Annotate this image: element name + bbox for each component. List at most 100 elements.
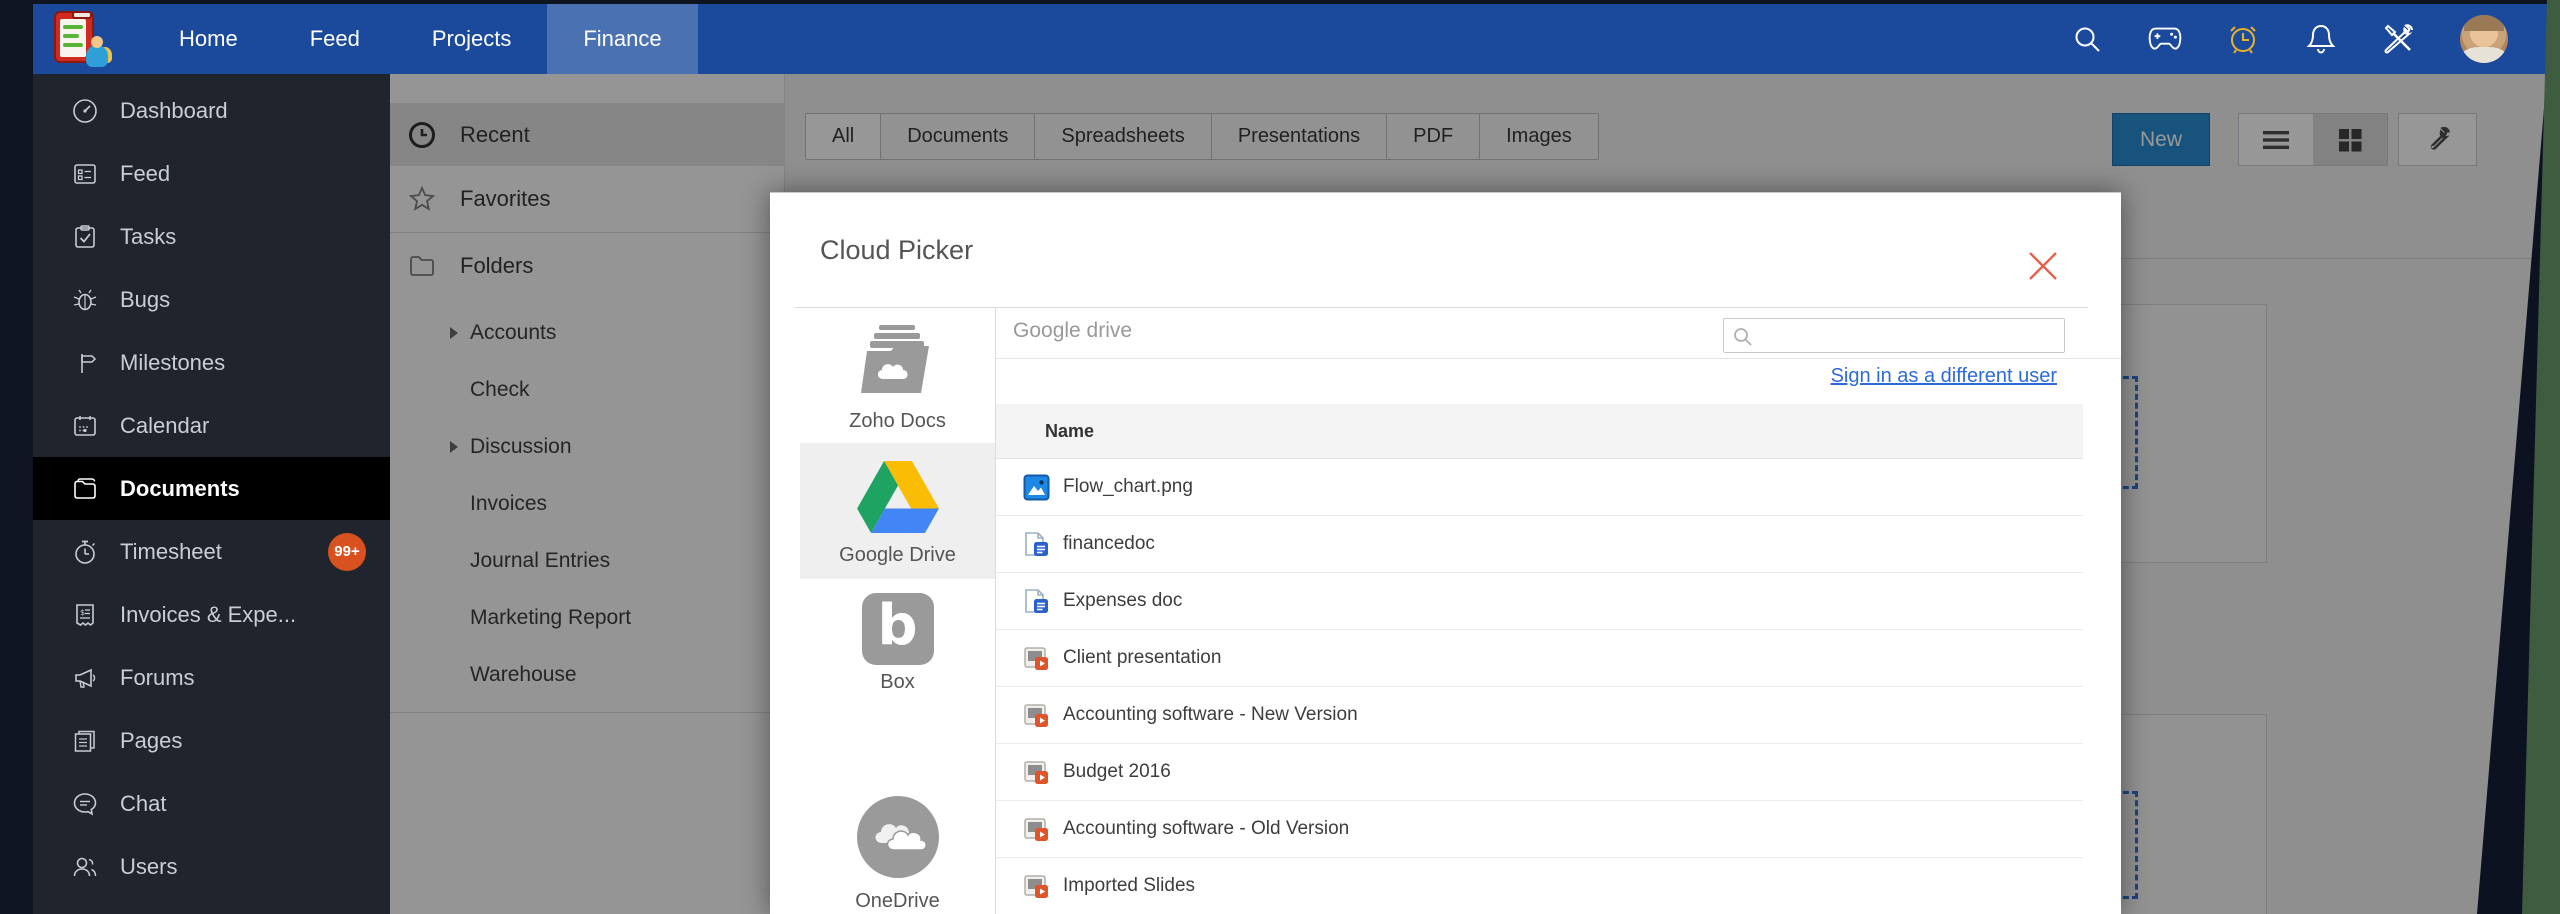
- signin-different-user-link[interactable]: Sign in as a different user: [1831, 365, 2057, 387]
- sidebar-item-dashboard[interactable]: Dashboard: [33, 79, 390, 142]
- slides-file-icon: [1024, 703, 1048, 727]
- file-row[interactable]: Flow_chart.png: [996, 459, 2083, 516]
- service-label: Google Drive: [839, 544, 956, 566]
- file-name: financedoc: [1063, 533, 1155, 554]
- logo-line: [63, 43, 83, 47]
- file-list-header: Name: [996, 404, 2083, 459]
- sidebar-item-forums[interactable]: Forums: [33, 646, 390, 709]
- tools-icon[interactable]: [2382, 22, 2416, 56]
- top-menu-feed[interactable]: Feed: [274, 4, 396, 74]
- provider-row: Google drive: [996, 307, 2121, 359]
- window-edge-right: [2477, 0, 2560, 914]
- file-name: Budget 2016: [1063, 761, 1171, 782]
- sidebar-item-pages[interactable]: Pages: [33, 709, 390, 772]
- pages-icon: [72, 728, 98, 754]
- sidebar-label: Timesheet: [120, 538, 222, 564]
- bug-icon: [72, 287, 98, 313]
- file-name: Flow_chart.png: [1063, 476, 1193, 497]
- top-menu: Home Feed Projects Finance: [143, 4, 698, 74]
- file-row[interactable]: Expenses doc: [996, 573, 2083, 630]
- bell-icon[interactable]: [2304, 22, 2338, 56]
- file-search-input[interactable]: [1758, 321, 2058, 349]
- image-file-icon: [1023, 474, 1050, 500]
- tasks-icon: [72, 224, 98, 250]
- file-row[interactable]: Imported Slides: [996, 858, 2083, 914]
- sidebar-label: Users: [120, 853, 178, 879]
- zoho-projects-logo-icon[interactable]: [48, 9, 112, 69]
- zoho-docs-icon: [860, 325, 929, 393]
- google-drive-icon: [856, 461, 939, 533]
- sidebar-label: Forums: [120, 664, 195, 690]
- calendar-icon: [72, 413, 98, 439]
- close-icon[interactable]: [2025, 248, 2061, 284]
- file-name: Accounting software - Old Version: [1063, 818, 1350, 839]
- sidebar-label: Bugs: [120, 286, 171, 312]
- service-label: Box: [880, 671, 915, 693]
- file-list: Flow_chart.png financedoc Expenses doc C…: [996, 459, 2083, 914]
- sidebar-item-milestones[interactable]: Milestones: [33, 331, 390, 394]
- documents-icon: [72, 476, 98, 502]
- logo-person: [86, 36, 108, 67]
- sidebar-label: Feed: [120, 160, 171, 186]
- service-label: OneDrive: [855, 890, 940, 912]
- file-row[interactable]: Accounting software - New Version: [996, 687, 2083, 744]
- slides-file-icon: [1024, 817, 1048, 841]
- sidebar-label: Pages: [120, 727, 183, 753]
- file-row[interactable]: Client presentation: [996, 630, 2083, 687]
- file-row[interactable]: Budget 2016: [996, 744, 2083, 801]
- sidebar-item-feed[interactable]: Feed: [33, 142, 390, 205]
- window-edge-left: [0, 0, 33, 914]
- top-menu-projects[interactable]: Projects: [396, 4, 547, 74]
- logo-clip: [72, 11, 92, 19]
- sidebar-label: Invoices & Expe...: [120, 601, 297, 627]
- sidebar-label: Tasks: [120, 223, 177, 249]
- feed-icon: [72, 161, 98, 187]
- timesheet-badge: 99+: [328, 532, 366, 571]
- file-row[interactable]: Accounting software - Old Version: [996, 801, 2083, 858]
- service-google-drive[interactable]: Google Drive: [800, 443, 995, 579]
- search-icon[interactable]: [2070, 22, 2104, 56]
- file-name: Expenses doc: [1063, 590, 1183, 611]
- file-row[interactable]: financedoc: [996, 516, 2083, 573]
- column-header-name: Name: [1045, 420, 1095, 441]
- file-name: Imported Slides: [1063, 875, 1196, 896]
- sidebar-item-users[interactable]: Users: [33, 835, 390, 898]
- signin-row: Sign in as a different user: [996, 365, 2057, 388]
- sidebar-item-invoices-expenses[interactable]: $ Invoices & Expe...: [33, 583, 390, 646]
- users-icon: [72, 854, 98, 880]
- sidebar-label: Documents: [120, 475, 240, 501]
- provider-label: Google drive: [1013, 319, 1133, 342]
- file-search-box[interactable]: [1723, 318, 2065, 353]
- file-name: Client presentation: [1063, 647, 1222, 668]
- sidebar-item-calendar[interactable]: Calendar: [33, 394, 390, 457]
- screenshot-root: Home Feed Projects Finance Dashboard Fee…: [0, 0, 2560, 914]
- sidebar-item-bugs[interactable]: Bugs: [33, 268, 390, 331]
- invoice-icon: $: [72, 602, 98, 628]
- sidebar-item-timesheet[interactable]: Timesheet 99+: [33, 520, 390, 583]
- sidebar-item-tasks[interactable]: Tasks: [33, 205, 390, 268]
- top-menu-home[interactable]: Home: [143, 4, 274, 74]
- milestones-icon: [72, 350, 98, 376]
- sidebar-label: Chat: [120, 790, 167, 816]
- dashboard-icon: [72, 98, 98, 124]
- svg-text:$: $: [80, 608, 85, 617]
- megaphone-icon: [72, 665, 98, 691]
- service-zoho-docs[interactable]: Zoho Docs: [800, 321, 995, 432]
- doc-file-icon: [1025, 588, 1048, 613]
- cloud-picker-modal: Cloud Picker Zoho Docs Google Drive b Bo…: [770, 192, 2121, 914]
- top-menu-finance[interactable]: Finance: [547, 4, 698, 74]
- sidebar-label: Calendar: [120, 412, 210, 438]
- sidebar-item-chat[interactable]: Chat: [33, 772, 390, 835]
- onedrive-icon: [856, 796, 939, 878]
- box-icon: b: [861, 593, 934, 665]
- service-box[interactable]: b Box: [800, 593, 995, 703]
- doc-file-icon: [1025, 531, 1048, 556]
- alarm-clock-icon[interactable]: [2226, 22, 2260, 56]
- modal-title: Cloud Picker: [820, 235, 974, 265]
- service-onedrive[interactable]: OneDrive: [800, 795, 995, 912]
- sidebar-item-documents[interactable]: Documents: [33, 457, 390, 520]
- chat-icon: [72, 791, 98, 817]
- timesheet-icon: [72, 539, 98, 565]
- slides-file-icon: [1024, 760, 1048, 784]
- gamepad-icon[interactable]: [2148, 22, 2182, 56]
